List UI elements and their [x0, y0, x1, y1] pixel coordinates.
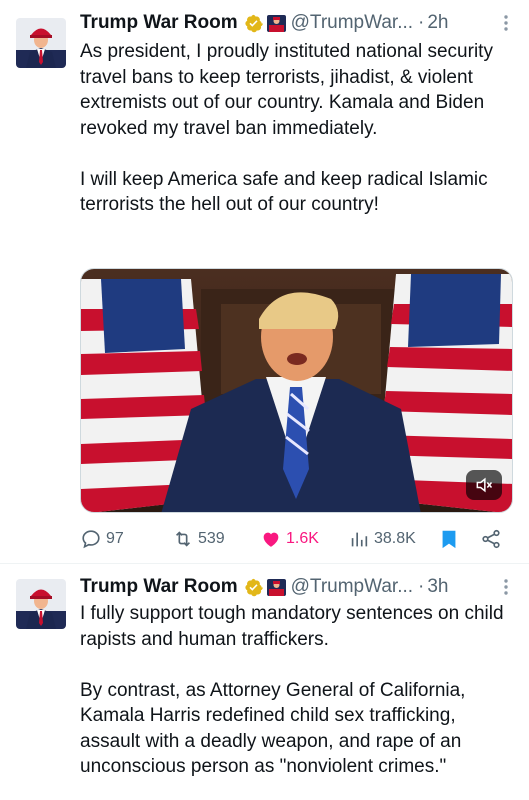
- avatar[interactable]: [16, 18, 66, 68]
- views-button[interactable]: 38.8K: [348, 525, 416, 553]
- tweet-text: As president, I proudly instituted natio…: [80, 41, 493, 215]
- retweet-icon: [175, 531, 191, 547]
- like-button[interactable]: 1.6K: [260, 525, 319, 553]
- author-handle[interactable]: @TrumpWar...: [291, 576, 413, 598]
- verified-badge-icon: [244, 14, 263, 33]
- affiliate-badge-icon: [266, 14, 286, 32]
- share-icon: [482, 529, 500, 549]
- tweet[interactable]: Trump War Room @TrumpWar... · 2h As pres…: [0, 0, 529, 563]
- heart-icon: [263, 532, 279, 547]
- author-name[interactable]: Trump War Room: [80, 576, 238, 598]
- views-count: 38.8K: [374, 530, 416, 547]
- retweet-count: 539: [198, 530, 225, 547]
- author-handle[interactable]: @TrumpWar...: [291, 12, 413, 34]
- video-thumbnail: [81, 269, 512, 512]
- reply-count: 97: [106, 530, 124, 547]
- reply-button[interactable]: 97: [80, 525, 124, 553]
- tweet-header: Trump War Room @TrumpWar... · 2h: [80, 10, 515, 36]
- separator-dot: ·: [418, 12, 425, 33]
- tweet-text: I fully support tough mandatory sentence…: [80, 603, 504, 777]
- tweet[interactable]: Trump War Room @TrumpWar... · 3h I fully…: [0, 563, 529, 800]
- affiliate-badge-icon: [266, 578, 286, 596]
- verified-badge-icon: [244, 578, 263, 597]
- reply-icon: [82, 530, 100, 549]
- bookmark-icon: [442, 530, 456, 549]
- separator-dot: ·: [418, 576, 425, 597]
- tweet-header: Trump War Room @TrumpWar... · 3h: [80, 574, 515, 600]
- author-name[interactable]: Trump War Room: [80, 12, 238, 34]
- bookmark-button[interactable]: [438, 525, 464, 553]
- more-icon[interactable]: [497, 576, 515, 598]
- like-count: 1.6K: [286, 530, 319, 547]
- avatar[interactable]: [16, 579, 66, 629]
- retweet-button[interactable]: 539: [172, 525, 225, 553]
- timestamp[interactable]: 3h: [427, 576, 448, 598]
- more-icon[interactable]: [497, 12, 515, 34]
- mute-icon[interactable]: [466, 470, 502, 500]
- tweet-actions: 97 539 1.6K 38.8K: [80, 525, 510, 553]
- video-player[interactable]: [80, 268, 513, 513]
- views-icon: [351, 532, 368, 547]
- timestamp[interactable]: 2h: [427, 12, 448, 34]
- share-button[interactable]: [480, 525, 506, 553]
